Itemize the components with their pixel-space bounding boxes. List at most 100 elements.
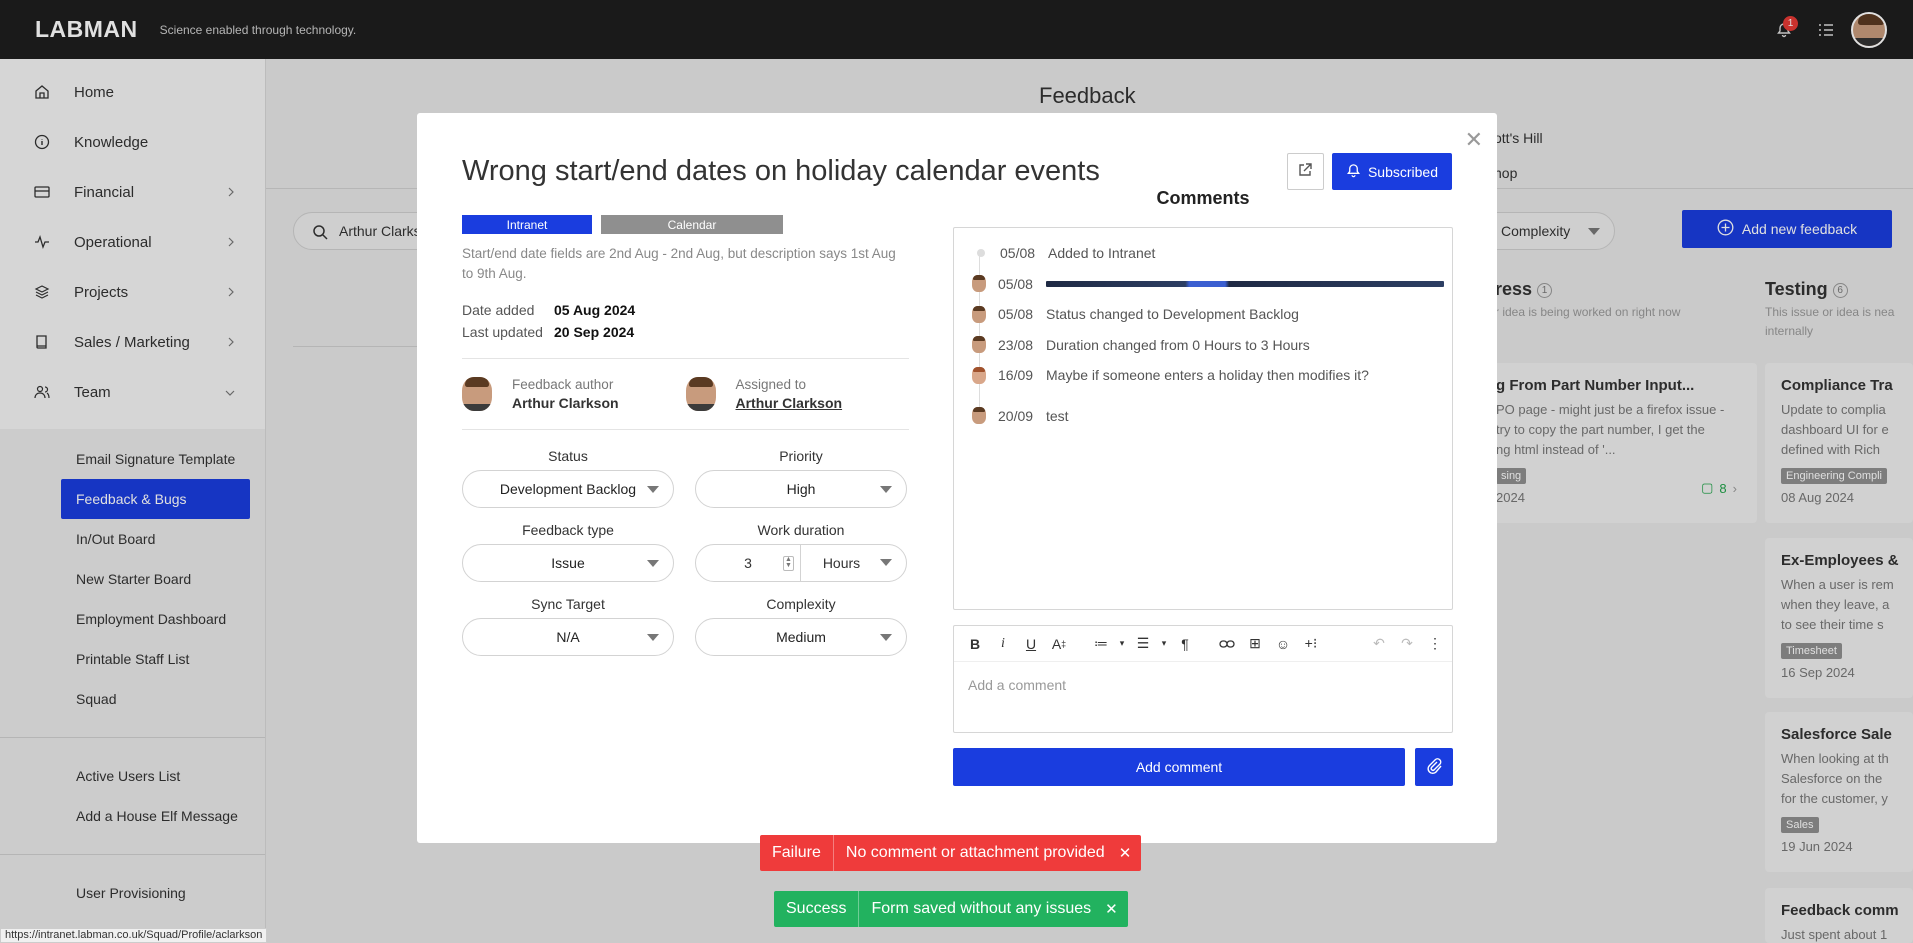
comment-text: Status changed to Development Backlog: [1046, 306, 1299, 323]
divider: [462, 358, 909, 359]
toast-message: No comment or attachment provided: [845, 844, 1105, 861]
font-size-icon[interactable]: A ‡: [1046, 631, 1072, 657]
attach-button[interactable]: [1415, 748, 1453, 786]
sync-target-select[interactable]: N/A: [462, 618, 674, 656]
status-label: Status: [548, 448, 588, 464]
assigned-name-link[interactable]: Arthur Clarkson: [736, 395, 843, 411]
tag-list: Intranet Calendar: [462, 215, 909, 234]
avatar: [972, 336, 986, 354]
emoji-icon[interactable]: ☺: [1270, 631, 1296, 657]
comment-date: 16/09: [998, 367, 1034, 384]
feedback-modal: ✕ Wrong start/end dates on holiday calen…: [417, 113, 1497, 843]
priority-select[interactable]: High: [695, 470, 907, 508]
undo-icon[interactable]: ↶: [1366, 631, 1392, 657]
feedback-type-select[interactable]: Issue: [462, 544, 674, 582]
comment-item: 23/08 Duration changed from 0 Hours to 3 …: [972, 330, 1444, 361]
duration-unit-select[interactable]: Hours: [801, 544, 906, 582]
link-icon[interactable]: [1214, 631, 1240, 657]
comment-input[interactable]: Add a comment: [954, 662, 1452, 693]
field-grid: Status Development Backlog Priority High…: [462, 448, 909, 656]
chevron-down-icon[interactable]: ▾: [1116, 631, 1128, 657]
avatar: [972, 407, 986, 425]
more-icon[interactable]: ⋮: [1422, 631, 1448, 657]
comment-image[interactable]: [1045, 280, 1444, 287]
comment-date: 05/08: [998, 306, 1034, 323]
date-added: 05 Aug 2024: [554, 302, 636, 318]
author-label: Feedback author: [512, 377, 614, 392]
add-comment-button[interactable]: Add comment: [953, 748, 1405, 786]
status-bar-url: https://intranet.labman.co.uk/Squad/Prof…: [0, 928, 268, 943]
comment-item: 05/08: [972, 269, 1444, 300]
duration-unit-value: Hours: [822, 555, 861, 571]
comment-text: Added to Intranet: [1048, 245, 1156, 262]
comment-list: 05/08 Added to Intranet 05/08 05/08 Status…: [953, 227, 1453, 610]
complexity-value: Medium: [776, 629, 826, 645]
underline-icon[interactable]: U: [1018, 631, 1044, 657]
people: Feedback author Arthur Clarkson Assigned …: [462, 377, 909, 411]
feedback-author: Feedback author Arthur Clarkson: [462, 377, 686, 411]
avatar: [972, 275, 986, 293]
ordered-list-icon[interactable]: ≔: [1088, 631, 1114, 657]
status-select[interactable]: Development Backlog: [462, 470, 674, 508]
comment-editor: B i U A ‡ ≔ ▾ ☰ ▾ ¶ ⊞ ☺ +⁝ ↶ ↷ ⋮ Add a co…: [953, 625, 1453, 733]
status-value: Development Backlog: [499, 481, 637, 497]
bold-icon[interactable]: B: [962, 631, 988, 657]
comment-text: Duration changed from 0 Hours to 3 Hours: [1046, 336, 1310, 353]
comment-item: 05/08 Added to Intranet: [972, 238, 1444, 269]
comment-item: 20/09 test: [972, 401, 1444, 432]
success-toast: Success Form saved without any issues ✕: [774, 891, 1128, 927]
divider: [462, 429, 909, 430]
close-icon[interactable]: ✕: [1103, 900, 1128, 918]
comments-title: Comments: [1156, 188, 1250, 208]
stepper-icon[interactable]: ▲ ▼: [783, 556, 794, 571]
italic-icon[interactable]: i: [990, 631, 1016, 657]
avatar: [685, 377, 716, 411]
comment-text: test: [1046, 407, 1069, 424]
comment-item: 05/08 Status changed to Development Backl…: [972, 299, 1444, 330]
comment-date: 23/08: [998, 336, 1034, 353]
avatar: [462, 377, 492, 411]
chevron-down-icon[interactable]: ▾: [1158, 631, 1170, 657]
subscribed-button[interactable]: Subscribed: [1331, 153, 1452, 190]
feedback-type-value: Issue: [551, 555, 585, 571]
close-icon[interactable]: ✕: [1465, 127, 1483, 153]
timeline-dot: [977, 249, 985, 258]
caret-down-icon: [880, 559, 892, 566]
open-external-button[interactable]: [1286, 153, 1324, 190]
comments-column: Comments 05/08 Added to Intranet 05/08 05…: [953, 188, 1453, 786]
toast-label: Failure: [760, 835, 834, 871]
comment-item: 16/09 Maybe if someone enters a holiday t…: [972, 360, 1444, 391]
avatar: [972, 305, 986, 323]
comment-actions: Add comment: [953, 748, 1453, 786]
caret-down-icon: [880, 486, 892, 493]
details-column: Intranet Calendar Start/end date fields …: [462, 215, 909, 656]
close-icon[interactable]: ✕: [1117, 844, 1142, 862]
caret-down-icon: [647, 634, 659, 641]
tag-intranet[interactable]: Intranet: [462, 215, 592, 234]
redo-icon[interactable]: ↷: [1394, 631, 1420, 657]
paperclip-icon: [1426, 757, 1442, 778]
caret-down-icon: [880, 634, 892, 641]
failure-toast: Failure No comment or attachment provide…: [760, 835, 1142, 871]
feedback-description: Start/end date fields are 2nd Aug - 2nd …: [462, 246, 896, 281]
caret-down-icon: [647, 486, 659, 493]
duration-input[interactable]: 3 ▲ ▼: [696, 544, 801, 582]
tag-calendar[interactable]: Calendar: [601, 215, 783, 234]
toast-message: Form saved without any issues: [871, 900, 1092, 917]
bell-icon: [1346, 163, 1361, 181]
sync-target-label: Sync Target: [531, 596, 605, 612]
sync-target-value: N/A: [556, 629, 580, 645]
modal-title: Wrong start/end dates on holiday calenda…: [462, 155, 1100, 187]
modal-actions: Subscribed: [1286, 153, 1452, 190]
table-icon[interactable]: ⊞: [1242, 631, 1268, 657]
feedback-type-label: Feedback type: [522, 522, 614, 538]
unordered-list-icon[interactable]: ☰: [1130, 631, 1156, 657]
comment-date: 05/08: [1000, 245, 1036, 262]
dates: Date added 05 Aug 2024 Last updated 20 Sep…: [462, 302, 909, 340]
insert-icon[interactable]: +⁝: [1298, 631, 1324, 657]
avatar: [972, 366, 986, 384]
priority-label: Priority: [779, 448, 823, 464]
paragraph-icon[interactable]: ¶: [1172, 631, 1198, 657]
complexity-select[interactable]: Medium: [695, 618, 907, 656]
duration-value: 3: [744, 555, 752, 571]
